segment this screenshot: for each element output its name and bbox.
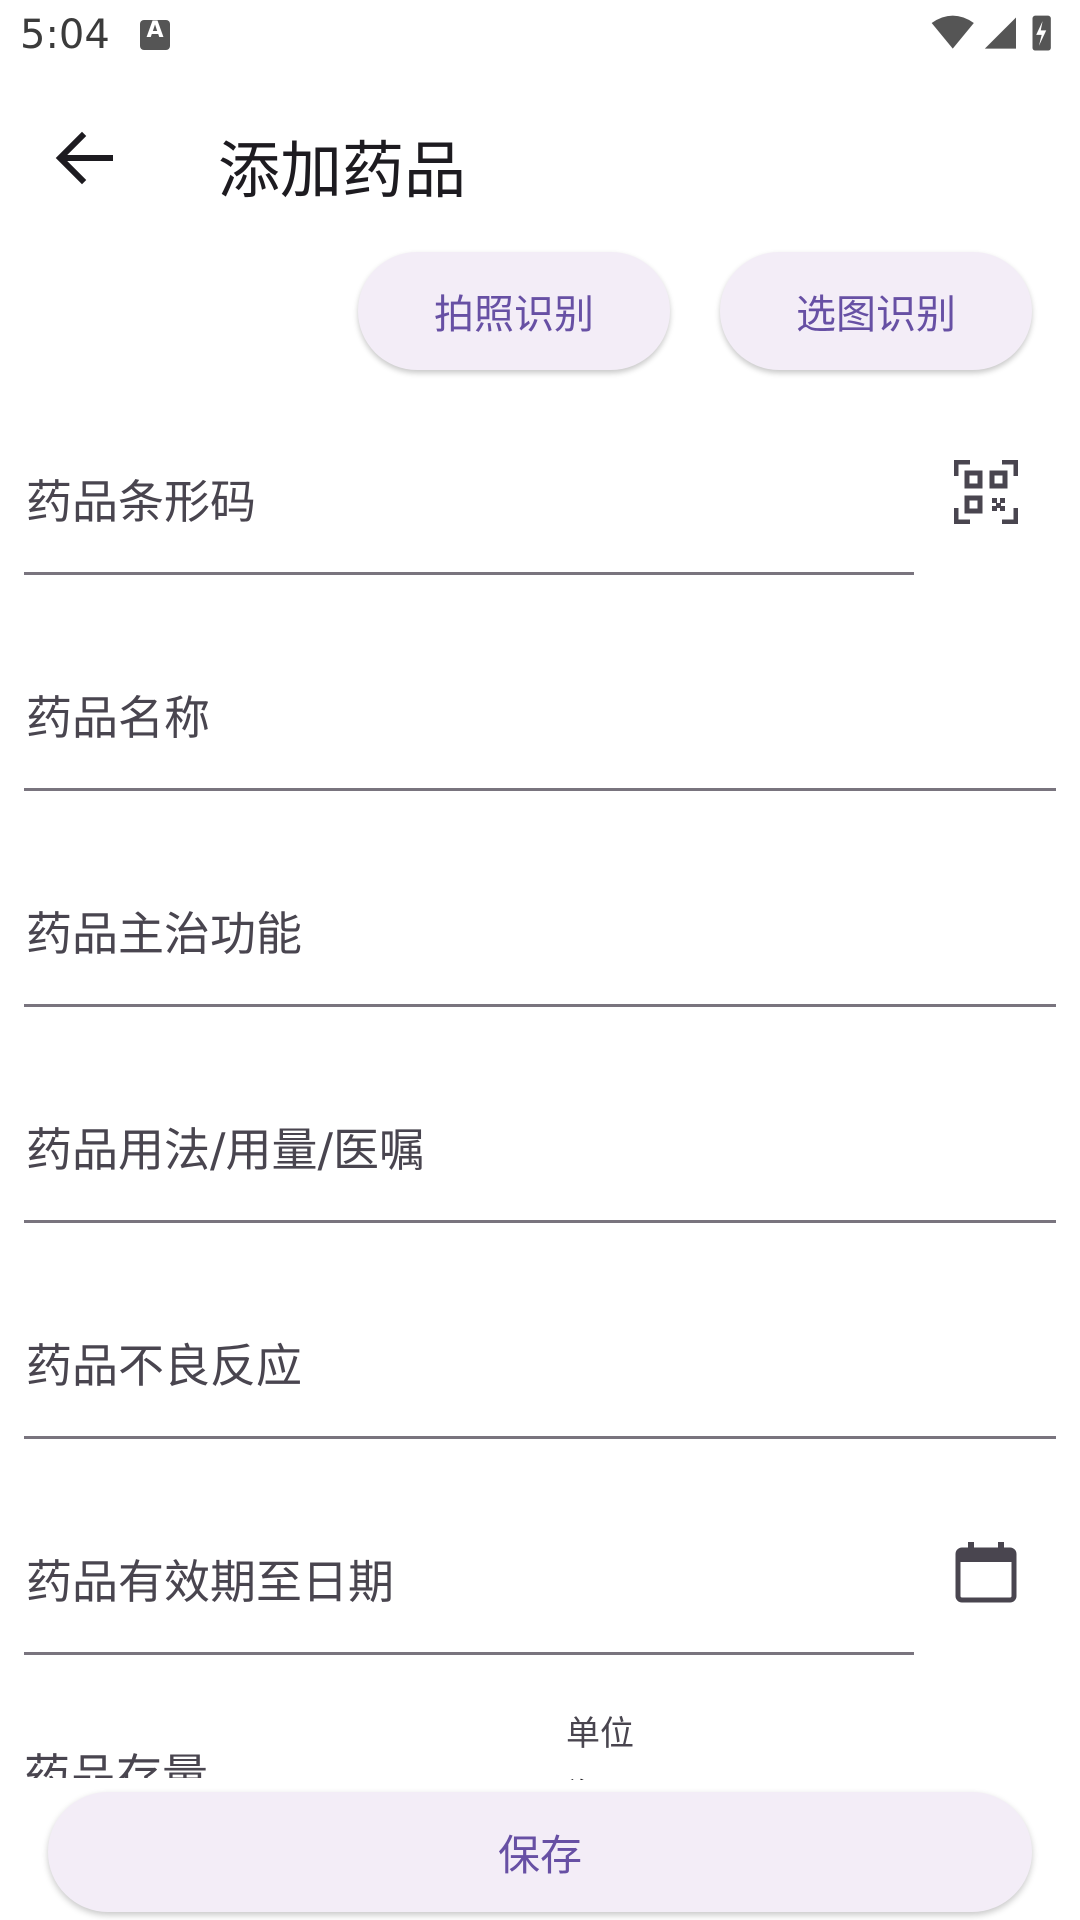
- back-arrow-icon[interactable]: [48, 122, 120, 194]
- adverse-label: 药品不良反应: [26, 1339, 302, 1393]
- app-bar: 添加药品: [0, 80, 1080, 230]
- status-bar: 5:04 A: [0, 0, 1080, 72]
- status-icons: [931, 15, 1051, 51]
- name-underline: [24, 788, 1056, 791]
- usage-label: 药品用法/用量/医嘱: [26, 1123, 425, 1177]
- photo-recognize-button[interactable]: 拍照识别: [358, 252, 670, 370]
- signal-icon: [984, 17, 1016, 49]
- stock-label: 药品存量: [24, 1749, 208, 1778]
- barcode-label: 药品条形码: [26, 475, 256, 529]
- gallery-recognize-button[interactable]: 选图识别: [720, 252, 1032, 370]
- notification-icon: A: [140, 18, 170, 50]
- unit-caption: 单位: [566, 1714, 634, 1754]
- qr-scan-icon[interactable]: [954, 460, 1018, 524]
- unit-dropdown[interactable]: 瓶: [566, 1766, 606, 1780]
- indication-label: 药品主治功能: [26, 907, 302, 961]
- indication-underline: [24, 1004, 1056, 1007]
- page-title: 添加药品: [218, 134, 467, 207]
- name-label: 药品名称: [26, 691, 210, 745]
- expiry-underline: [24, 1652, 914, 1655]
- calendar-icon[interactable]: [954, 1540, 1018, 1604]
- expiry-label: 药品有效期至日期: [26, 1555, 394, 1609]
- save-button[interactable]: 保存: [48, 1792, 1032, 1912]
- status-time: 5:04: [20, 12, 110, 58]
- usage-underline: [24, 1220, 1056, 1223]
- wifi-icon: [931, 15, 974, 49]
- adverse-underline: [24, 1436, 1056, 1439]
- stock-field[interactable]: 药品存量: [24, 1740, 208, 1778]
- barcode-underline: [24, 572, 914, 575]
